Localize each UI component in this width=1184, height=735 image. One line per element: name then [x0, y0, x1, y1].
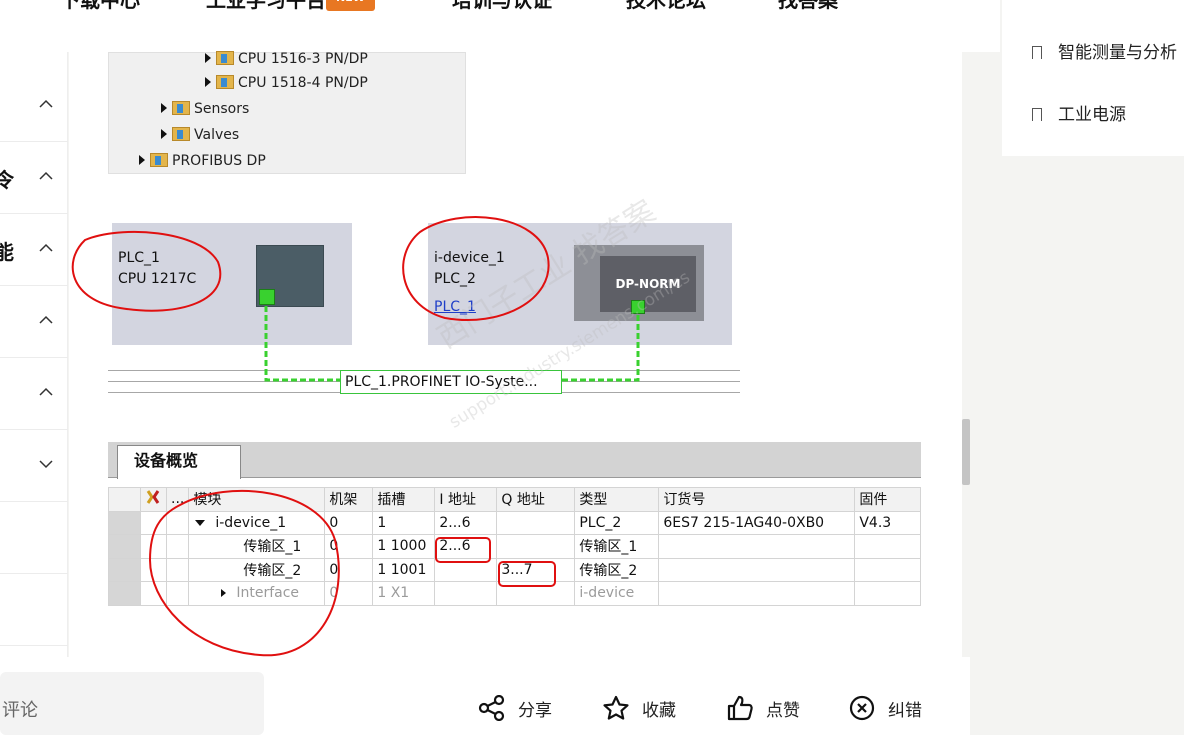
- close-circle-icon: [849, 695, 875, 721]
- right-panel-item[interactable]: 工业电源: [1032, 100, 1126, 125]
- header-filter[interactable]: [140, 487, 167, 512]
- q-address-cell: [496, 534, 576, 559]
- rack-cell: 0: [324, 557, 374, 582]
- favorite-button[interactable]: 收藏: [602, 694, 676, 722]
- like-button[interactable]: 点赞: [726, 694, 800, 722]
- q-address-cell: [496, 581, 576, 606]
- header-slot[interactable]: 插槽: [372, 487, 436, 512]
- share-label: 分享: [518, 700, 552, 721]
- header-module[interactable]: 模块: [188, 487, 326, 512]
- favorite-label: 收藏: [642, 700, 676, 721]
- slot-cell: 1 X1: [372, 581, 436, 606]
- tab-device-overview[interactable]: 设备概览: [117, 445, 241, 479]
- star-icon: [603, 695, 629, 720]
- collapse-arrow-icon: [195, 519, 206, 526]
- table-row[interactable]: Interface 0 1 X1 i-device: [108, 581, 921, 606]
- order-number-cell: [658, 557, 856, 582]
- header-type[interactable]: 类型: [574, 487, 660, 512]
- right-panel-item[interactable]: 智能测量与分析: [1032, 38, 1177, 63]
- header-rack[interactable]: 机架: [324, 487, 374, 512]
- row-cell: [140, 534, 167, 559]
- q-address-cell: [496, 510, 576, 535]
- row-cell: [165, 534, 190, 559]
- row-gutter: [108, 557, 141, 582]
- thumbs-up-icon: [727, 695, 753, 721]
- share-button[interactable]: 分享: [478, 694, 552, 722]
- row-cell: [165, 510, 190, 535]
- row-cell: [140, 557, 167, 582]
- table-header-row: ... 模块 机架 插槽 I 地址 Q 地址 类型 订货号 固件: [108, 487, 921, 512]
- comment-input[interactable]: 评论: [0, 672, 264, 735]
- comment-placeholder: 评论: [2, 700, 38, 721]
- slot-cell: 1 1000: [372, 534, 436, 559]
- device-overview-table: ... 模块 机架 插槽 I 地址 Q 地址 类型 订货号 固件 i-devic…: [108, 487, 921, 606]
- i-address-cell: [434, 581, 498, 606]
- rack-cell: 0: [324, 534, 374, 559]
- row-cell: [140, 581, 167, 606]
- i-address-cell: [434, 557, 498, 582]
- expand-arrow-icon: [221, 589, 227, 598]
- i-address-cell: 2...6: [434, 534, 498, 559]
- type-cell: PLC_2: [574, 510, 660, 535]
- row-gutter: [108, 581, 141, 606]
- bookmark-icon: [1032, 108, 1042, 121]
- slot-cell: 1 1001: [372, 557, 436, 582]
- io-system-label[interactable]: PLC_1.PROFINET IO-Syste...: [340, 370, 562, 394]
- filter-wrench-icon: [146, 490, 160, 505]
- firmware-cell: V4.3: [854, 510, 921, 535]
- type-cell: 传输区_1: [574, 534, 660, 559]
- row-cell: [165, 557, 190, 582]
- i-address-cell: 2...6: [434, 510, 498, 535]
- module-cell: i-device_1: [188, 510, 326, 535]
- type-cell: 传输区_2: [574, 557, 660, 582]
- module-name: i-device_1: [215, 514, 287, 531]
- share-icon: [478, 695, 505, 721]
- module-name: 传输区_1: [188, 534, 326, 559]
- order-number-cell: [658, 534, 856, 559]
- row-cell: [165, 581, 190, 606]
- header-firmware[interactable]: 固件: [854, 487, 921, 512]
- module-cell: Interface: [188, 581, 326, 606]
- rack-cell: 0: [324, 581, 374, 606]
- bookmark-icon: [1032, 46, 1042, 59]
- order-number-cell: [658, 581, 856, 606]
- row-cell: [140, 510, 167, 535]
- q-address-cell: 3...7: [496, 557, 576, 582]
- header-i-address[interactable]: I 地址: [434, 487, 498, 512]
- right-panel: 智能测量与分析 工业电源: [1002, 0, 1184, 156]
- right-panel-item-label: 工业电源: [1058, 105, 1126, 125]
- type-cell: i-device: [574, 581, 660, 606]
- table-row[interactable]: 传输区_1 0 1 1000 2...6 传输区_1: [108, 534, 921, 559]
- header-order-number[interactable]: 订货号: [658, 487, 856, 512]
- header-empty: [108, 487, 141, 512]
- rack-cell: 0: [324, 510, 374, 535]
- table-row[interactable]: 传输区_2 0 1 1001 3...7 传输区_2: [108, 557, 921, 582]
- report-error-button[interactable]: 纠错: [848, 694, 922, 722]
- header-dots: ...: [165, 487, 190, 512]
- like-label: 点赞: [766, 700, 800, 721]
- right-panel-item-label: 智能测量与分析: [1058, 43, 1177, 63]
- module-name: 传输区_2: [188, 557, 326, 582]
- slot-cell: 1: [372, 510, 436, 535]
- header-q-address[interactable]: Q 地址: [496, 487, 576, 512]
- firmware-cell: [854, 581, 921, 606]
- table-row[interactable]: i-device_1 0 1 2...6 PLC_2 6ES7 215-1AG4…: [108, 510, 921, 535]
- firmware-cell: [854, 534, 921, 559]
- order-number-cell: 6ES7 215-1AG40-0XB0: [658, 510, 856, 535]
- firmware-cell: [854, 557, 921, 582]
- module-name: Interface: [236, 585, 300, 602]
- report-error-label: 纠错: [888, 700, 922, 721]
- row-gutter: [108, 534, 141, 559]
- row-gutter: [108, 510, 141, 535]
